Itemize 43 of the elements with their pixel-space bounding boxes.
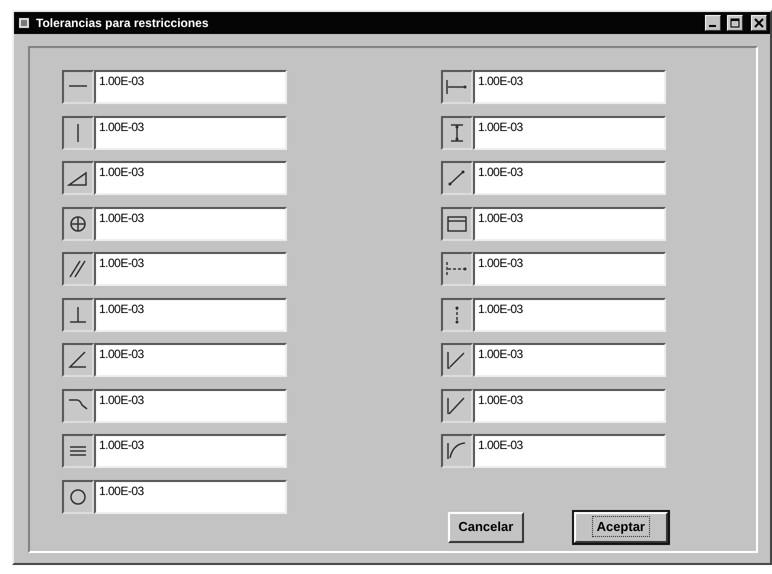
tolerance-field[interactable]: 1.00E-03	[94, 206, 287, 240]
tolerance-field[interactable]: 1.00E-03	[94, 252, 287, 286]
close-button[interactable]	[751, 15, 767, 31]
maximize-icon	[730, 18, 740, 28]
tolerance-field[interactable]: 1.00E-03	[94, 298, 287, 332]
vertical-dimension-icon	[441, 116, 473, 150]
tolerance-field[interactable]: 1.00E-03	[473, 70, 666, 104]
accept-button[interactable]: Aceptar	[574, 512, 668, 542]
close-icon	[754, 18, 764, 28]
tolerance-field[interactable]: 1.00E-03	[473, 388, 666, 422]
tolerance-field[interactable]: 1.00E-03	[94, 480, 287, 514]
cancel-button[interactable]: Cancelar	[448, 512, 524, 542]
parallel-lines-icon	[62, 252, 94, 286]
tolerance-field[interactable]: 1.00E-03	[94, 161, 287, 195]
tolerance-field[interactable]: 1.00E-03	[94, 388, 287, 422]
tolerance-field[interactable]: 1.00E-03	[473, 206, 666, 240]
curve-icon	[62, 388, 94, 422]
tolerance-field[interactable]: 1.00E-03	[473, 343, 666, 377]
tolerance-field[interactable]: 1.00E-03	[473, 434, 666, 468]
tolerance-field[interactable]: 1.00E-03	[473, 252, 666, 286]
minimize-button[interactable]	[705, 15, 721, 31]
vertical-dashed-dimension-icon	[441, 298, 473, 332]
tolerance-field[interactable]: 1.00E-03	[94, 70, 287, 104]
tolerance-field[interactable]: 1.00E-03	[473, 161, 666, 195]
tolerance-field[interactable]: 1.00E-03	[94, 116, 287, 150]
angle-icon	[62, 343, 94, 377]
stacked-lines-icon	[62, 434, 94, 468]
tolerance-field[interactable]: 1.00E-03	[94, 434, 287, 468]
radius-icon	[441, 343, 473, 377]
horizontal-dimension-icon	[441, 70, 473, 104]
window-title: Tolerancias para restricciones	[36, 15, 210, 32]
app-icon	[18, 17, 30, 29]
tolerance-field[interactable]: 1.00E-03	[94, 343, 287, 377]
maximize-button[interactable]	[727, 15, 743, 31]
arc-icon	[441, 434, 473, 468]
perpendicular-icon	[62, 298, 94, 332]
circle-cross-icon	[62, 206, 94, 240]
rectangle-icon	[441, 206, 473, 240]
tolerance-field[interactable]: 1.00E-03	[473, 116, 666, 150]
horizontal-dashed-dimension-icon	[441, 252, 473, 286]
minimize-icon	[708, 25, 716, 27]
tolerance-field[interactable]: 1.00E-03	[473, 298, 666, 332]
diameter-icon	[441, 388, 473, 422]
